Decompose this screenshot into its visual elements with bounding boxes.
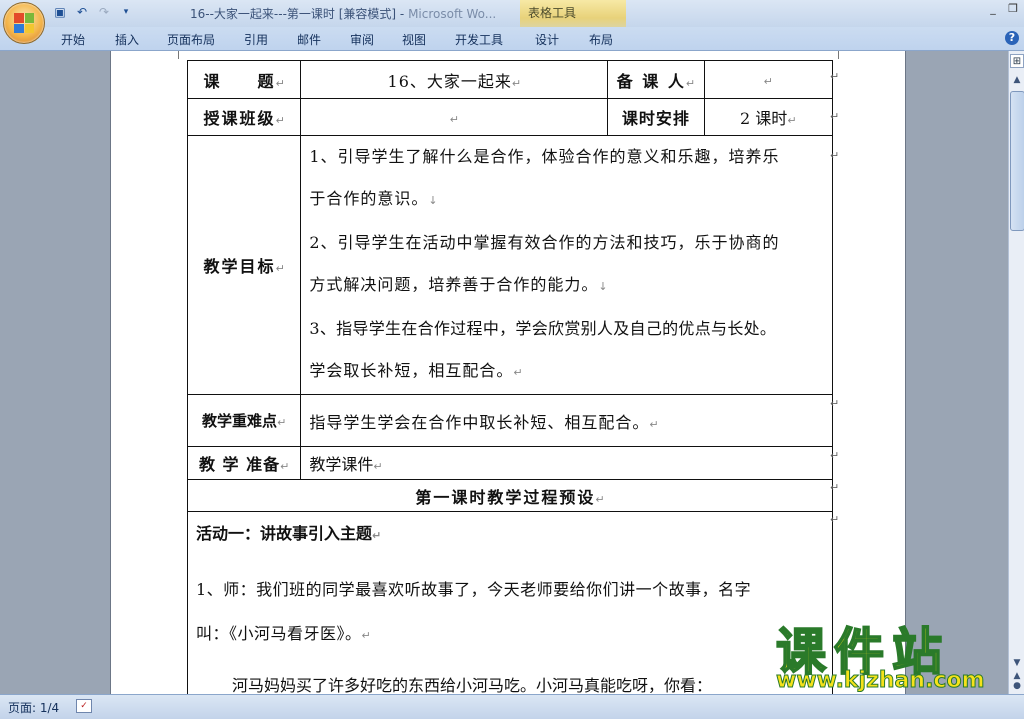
goal-line: 于合作的意识。↓ bbox=[309, 189, 439, 208]
margin-mark-left bbox=[178, 51, 179, 59]
watermark-url: www.kjzhan.com bbox=[776, 668, 986, 694]
table-row: 授课班级↵ ↵ 课时安排 2 课时↵ bbox=[186, 98, 834, 136]
tab-home[interactable]: 开始 bbox=[61, 31, 85, 48]
document-workspace: 课 题↵ 16、大家一起来↵ 备 课 人↵ ↵ 授课班级↵ ↵ 课时安排 2 课… bbox=[0, 51, 1008, 694]
quick-access-toolbar: ▣ ↶ ↷ ▾ bbox=[52, 4, 134, 20]
goal-line: 2、引导学生在活动中掌握有效合作的方法和技巧，乐于协商的 bbox=[309, 233, 780, 252]
table-row: 课 题↵ 16、大家一起来↵ 备 课 人↵ ↵ bbox=[186, 60, 834, 99]
process-title-cell[interactable]: 第一课时教学过程预设↵ bbox=[187, 479, 833, 512]
status-bar: 页面: 1/4 ✓ bbox=[0, 694, 1024, 719]
key-points-label: 教学重难点 bbox=[202, 412, 278, 430]
tab-mailings[interactable]: 邮件 bbox=[297, 31, 321, 48]
scroll-up-icon[interactable]: ▲ bbox=[1010, 73, 1024, 87]
tab-view[interactable]: 视图 bbox=[402, 31, 426, 48]
topic-label: 课 题 bbox=[203, 71, 276, 91]
preparer-label: 备 课 人 bbox=[616, 71, 686, 91]
preparer-label-cell[interactable]: 备 课 人↵ bbox=[607, 60, 705, 99]
key-points-cell[interactable]: 指导学生学会在合作中取长补短、相互配合。↵ bbox=[300, 394, 833, 447]
row-end-mark: ↵ bbox=[830, 449, 840, 462]
title-bar: 表格工具 ▣ ↶ ↷ ▾ 16--大家一起来---第一课时 [兼容模式] - M… bbox=[0, 0, 1024, 45]
process-title: 第一课时教学过程预设 bbox=[415, 487, 596, 507]
restore-icon[interactable]: ❐ bbox=[1006, 2, 1020, 16]
schedule-label-cell[interactable]: 课时安排 bbox=[607, 98, 705, 136]
preparation-label: 教 学 准备 bbox=[198, 455, 281, 474]
redo-icon[interactable]: ↷ bbox=[96, 4, 112, 20]
page-indicator[interactable]: 页面: 1/4 bbox=[8, 699, 59, 716]
class-cell[interactable]: ↵ bbox=[300, 98, 609, 136]
tab-page-layout[interactable]: 页面布局 bbox=[167, 31, 215, 48]
schedule-value: 2 课时 bbox=[740, 109, 788, 128]
tab-references[interactable]: 引用 bbox=[244, 31, 268, 48]
tab-review[interactable]: 审阅 bbox=[350, 31, 374, 48]
schedule-cell[interactable]: 2 课时↵ bbox=[703, 98, 834, 136]
key-points-text: 指导学生学会在合作中取长补短、相互配合。 bbox=[309, 412, 650, 432]
undo-icon[interactable]: ↶ bbox=[74, 4, 90, 20]
activity-paragraph: 1、师：我们班的同学最喜欢听故事了，今天老师要给你们讲一个故事，名字 叫：《小河… bbox=[196, 568, 832, 658]
row-end-mark: ↵ bbox=[830, 481, 840, 494]
tab-design[interactable]: 设计 bbox=[535, 31, 559, 48]
row-end-mark: ↵ bbox=[830, 513, 840, 526]
contextual-tab-group-label: 表格工具 bbox=[528, 6, 577, 20]
topic-cell[interactable]: 16、大家一起来↵ bbox=[300, 60, 609, 99]
schedule-label: 课时安排 bbox=[621, 109, 690, 128]
class-label: 授课班级 bbox=[203, 109, 276, 128]
activity-line: 叫：《小河马看牙医》。↵ bbox=[196, 624, 372, 643]
activity-cell[interactable]: 活动一：讲故事引入主题↵ 1、师：我们班的同学最喜欢听故事了，今天老师要给你们讲… bbox=[187, 511, 833, 694]
margin-mark-right bbox=[838, 51, 839, 59]
watermark: 课件站 www.kjzhan.com bbox=[768, 612, 1018, 694]
table-row: 教 学 准备↵ 教学课件↵ bbox=[186, 446, 833, 480]
save-icon[interactable]: ▣ bbox=[52, 4, 68, 20]
row-end-mark: ↵ bbox=[830, 110, 840, 123]
preparer-cell[interactable]: ↵ bbox=[703, 60, 834, 99]
help-icon[interactable]: ? bbox=[1005, 31, 1019, 45]
row-end-mark: ↵ bbox=[830, 397, 840, 410]
goals-cell[interactable]: 1、引导学生了解什么是合作，体验合作的意义和乐趣，培养乐 于合作的意识。↓ 2、… bbox=[300, 135, 833, 395]
office-logo-icon bbox=[14, 13, 34, 33]
tab-layout[interactable]: 布局 bbox=[589, 31, 613, 48]
topic-label-cell[interactable]: 课 题↵ bbox=[186, 60, 302, 99]
table-row: 活动一：讲故事引入主题↵ 1、师：我们班的同学最喜欢听故事了，今天老师要给你们讲… bbox=[187, 511, 833, 694]
key-points-label-cell[interactable]: 教学重难点↵ bbox=[186, 394, 302, 447]
office-button[interactable] bbox=[3, 2, 45, 44]
window-controls: _ ❐ bbox=[986, 2, 1020, 16]
goals-label: 教学目标 bbox=[203, 257, 276, 276]
window-title: 16--大家一起来---第一课时 [兼容模式] - Microsoft Wo..… bbox=[190, 5, 496, 22]
tab-insert[interactable]: 插入 bbox=[115, 31, 139, 48]
preparation-cell[interactable]: 教学课件↵ bbox=[300, 446, 833, 480]
activity-title: 活动一：讲故事引入主题↵ bbox=[196, 524, 382, 543]
preparation-text: 教学课件 bbox=[309, 455, 374, 474]
ribbon-tabs: 开始 插入 页面布局 引用 邮件 审阅 视图 开发工具 设计 布局 ? bbox=[0, 27, 1024, 51]
proofing-icon[interactable]: ✓ bbox=[76, 699, 92, 713]
activity-line: 1、师：我们班的同学最喜欢听故事了，今天老师要给你们讲一个故事，名字 bbox=[196, 580, 752, 599]
class-label-cell[interactable]: 授课班级↵ bbox=[186, 98, 302, 136]
minimize-icon[interactable]: _ bbox=[986, 2, 1000, 16]
goal-line: 方式解决问题，培养善于合作的能力。↓ bbox=[309, 275, 609, 294]
lesson-plan-table[interactable]: 课 题↵ 16、大家一起来↵ 备 课 人↵ ↵ 授课班级↵ ↵ 课时安排 2 课… bbox=[186, 60, 834, 694]
view-ruler-icon[interactable]: ⊞ bbox=[1010, 54, 1024, 68]
tab-developer[interactable]: 开发工具 bbox=[455, 31, 503, 48]
row-end-mark: ↵ bbox=[830, 70, 840, 83]
goal-line: 学会取长补短，相互配合。↵ bbox=[309, 361, 524, 380]
customize-icon[interactable]: ▾ bbox=[118, 4, 134, 20]
goal-line: 3、指导学生在合作过程中，学会欣赏别人及自己的优点与长处。 bbox=[309, 319, 777, 338]
scroll-thumb[interactable] bbox=[1010, 91, 1024, 231]
document-title: 16--大家一起来---第一课时 [兼容模式] - bbox=[190, 7, 409, 21]
vertical-scrollbar[interactable]: ⊞ ▲ ▼ ▲ ● bbox=[1008, 51, 1024, 694]
table-row: 教学目标↵ 1、引导学生了解什么是合作，体验合作的意义和乐趣，培养乐 于合作的意… bbox=[186, 135, 833, 395]
row-end-mark: ↵ bbox=[830, 149, 840, 162]
app-name: Microsoft Wo... bbox=[408, 7, 497, 21]
goals-label-cell[interactable]: 教学目标↵ bbox=[186, 135, 302, 395]
table-row: 第一课时教学过程预设↵ bbox=[187, 479, 833, 512]
topic-value: 16、大家一起来 bbox=[387, 71, 512, 91]
goal-line: 1、引导学生了解什么是合作，体验合作的意义和乐趣，培养乐 bbox=[309, 147, 780, 166]
preparation-label-cell[interactable]: 教 学 准备↵ bbox=[186, 446, 302, 480]
activity-story: 河马妈妈买了许多好吃的东西给小河马吃。小河马真能吃呀，你看： bbox=[232, 676, 713, 694]
table-row: 教学重难点↵ 指导学生学会在合作中取长补短、相互配合。↵ bbox=[186, 394, 833, 447]
